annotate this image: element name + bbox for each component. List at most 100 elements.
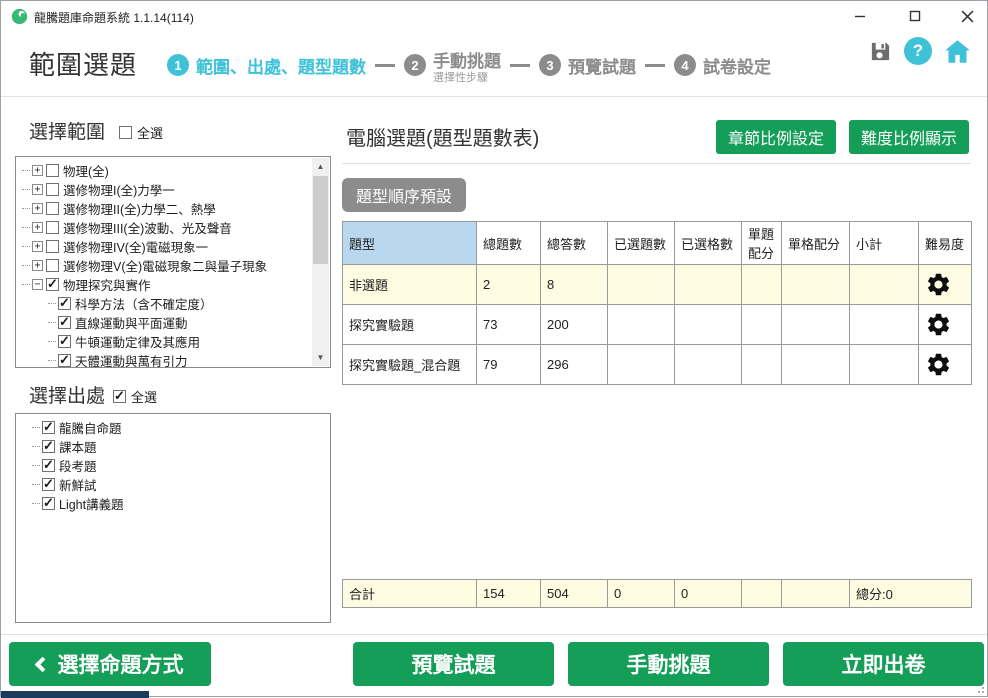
scrollbar[interactable]: ▲ ▼: [312, 158, 329, 366]
step-4[interactable]: 4 試卷設定: [674, 53, 771, 78]
table-row[interactable]: 探究實驗題_混合題 79 296: [343, 345, 972, 385]
question-type-table: 題型 總題數 總答數 已選題數 已選格數 單題配分 單格配分 小計 難易度 非選…: [342, 221, 972, 385]
scope-select-all-checkbox[interactable]: [119, 126, 132, 139]
expand-icon[interactable]: +: [32, 203, 43, 214]
resize-grip-icon[interactable]: [975, 684, 984, 693]
tree-checkbox[interactable]: [46, 221, 59, 234]
manual-pick-button[interactable]: 手動挑題: [568, 642, 769, 686]
tree-checkbox[interactable]: [46, 202, 59, 215]
gear-icon[interactable]: [925, 311, 952, 338]
tree-checkbox[interactable]: [58, 354, 71, 367]
maximize-button[interactable]: [894, 1, 936, 31]
tree-item[interactable]: 直線運動與平面運動: [20, 313, 328, 332]
preview-questions-button[interactable]: 預覽試題: [353, 642, 554, 686]
difficulty-cell[interactable]: [919, 305, 972, 345]
list-item[interactable]: 龍騰自命題: [30, 418, 328, 437]
tree-item-label: 物理探究與實作: [63, 275, 151, 294]
tree-item-label: 選修物理I(全)力學一: [63, 180, 175, 199]
back-button[interactable]: 選擇命題方式: [9, 642, 211, 686]
step-1[interactable]: 1 範圍、出處、題型題數: [167, 53, 366, 78]
expand-icon[interactable]: −: [32, 279, 43, 290]
tree-checkbox[interactable]: [58, 335, 71, 348]
tree-checkbox[interactable]: [58, 316, 71, 329]
expand-icon[interactable]: +: [32, 222, 43, 233]
tree-item[interactable]: 牛頓運動定律及其應用: [20, 332, 328, 351]
tree-checkbox[interactable]: [46, 278, 59, 291]
cell-score-per-question[interactable]: [742, 265, 782, 305]
bottom-divider: [1, 634, 987, 635]
tree-item[interactable]: 天體運動與萬有引力: [20, 351, 328, 368]
tree-item[interactable]: +物理(全): [20, 161, 328, 180]
tree-item[interactable]: +選修物理V(全)電磁現象二與量子現象: [20, 256, 328, 275]
table-row[interactable]: 探究實驗題 73 200: [343, 305, 972, 345]
tree-checkbox[interactable]: [46, 240, 59, 253]
list-item[interactable]: 段考題: [30, 456, 328, 475]
source-item-label: 龍騰自命題: [59, 418, 122, 437]
expand-icon[interactable]: +: [32, 241, 43, 252]
col-header: 小計: [850, 222, 919, 265]
chapter-ratio-button[interactable]: 章節比例設定: [716, 120, 836, 154]
tree-item[interactable]: 科學方法（含不確定度）: [20, 294, 328, 313]
cell-score-per-question[interactable]: [742, 345, 782, 385]
totals-row: 合計 154 504 0 0 總分:0: [343, 580, 972, 608]
tree-checkbox[interactable]: [46, 164, 59, 177]
step-1-label: 範圍、出處、題型題數: [196, 53, 366, 78]
source-select-all-checkbox[interactable]: [113, 390, 126, 403]
difficulty-ratio-button[interactable]: 難度比例顯示: [849, 120, 969, 154]
close-button[interactable]: [946, 1, 988, 31]
gear-icon[interactable]: [925, 271, 952, 298]
tree-item[interactable]: − 物理探究與實作: [20, 275, 328, 294]
step-3[interactable]: 3 預覽試題: [539, 53, 636, 78]
source-checkbox[interactable]: [42, 440, 55, 453]
cell-selected-questions[interactable]: [608, 305, 675, 345]
tree-item[interactable]: +選修物理II(全)力學二、熱學: [20, 199, 328, 218]
list-item[interactable]: 課本題: [30, 437, 328, 456]
list-item[interactable]: Light講義題: [30, 494, 328, 513]
step-2[interactable]: 2 手動挑題 選擇性步驟: [404, 47, 501, 84]
source-select-all[interactable]: 全選: [113, 387, 157, 406]
tree-item[interactable]: +選修物理III(全)波動、光及聲音: [20, 218, 328, 237]
col-header: 單格配分: [782, 222, 850, 265]
cell-selected-blanks[interactable]: [675, 345, 742, 385]
cell-total-answers: 200: [541, 305, 608, 345]
scrollbar-thumb[interactable]: [313, 176, 328, 264]
cell-score-per-blank[interactable]: [782, 265, 850, 305]
scroll-down-icon[interactable]: ▼: [312, 349, 329, 366]
tree-item[interactable]: +選修物理IV(全)電磁現象一: [20, 237, 328, 256]
scope-select-all[interactable]: 全選: [119, 123, 163, 142]
type-order-button[interactable]: 題型順序預設: [342, 178, 466, 212]
list-item[interactable]: 新鮮試: [30, 475, 328, 494]
cell-score-per-blank[interactable]: [782, 345, 850, 385]
tree-checkbox[interactable]: [58, 297, 71, 310]
tree-item[interactable]: + 選修物理I(全)力學一: [20, 180, 328, 199]
table-row[interactable]: 非選題 2 8: [343, 265, 972, 305]
tree-checkbox[interactable]: [46, 259, 59, 272]
gear-icon[interactable]: [925, 351, 952, 378]
expand-icon[interactable]: +: [32, 165, 43, 176]
cell-score-per-question[interactable]: [742, 305, 782, 345]
generate-paper-button[interactable]: 立即出卷: [783, 642, 984, 686]
cell-score-per-blank[interactable]: [782, 305, 850, 345]
cell-selected-blanks[interactable]: [675, 265, 742, 305]
cell-selected-questions[interactable]: [608, 265, 675, 305]
difficulty-cell[interactable]: [919, 345, 972, 385]
cell-selected-questions[interactable]: [608, 345, 675, 385]
step-4-label: 試卷設定: [703, 53, 771, 78]
source-checkbox[interactable]: [42, 478, 55, 491]
home-icon[interactable]: [944, 39, 971, 64]
scroll-up-icon[interactable]: ▲: [312, 158, 329, 175]
source-list: 龍騰自命題 課本題 段考題 新鮮試 Light講義題: [16, 414, 330, 513]
step-1-number: 1: [167, 54, 189, 76]
cell-selected-blanks[interactable]: [675, 305, 742, 345]
expand-icon[interactable]: +: [32, 184, 43, 195]
cell-total-questions: 2: [477, 265, 541, 305]
source-checkbox[interactable]: [42, 497, 55, 510]
source-checkbox[interactable]: [42, 421, 55, 434]
save-icon[interactable]: [869, 40, 892, 63]
difficulty-cell[interactable]: [919, 265, 972, 305]
help-icon[interactable]: ?: [904, 37, 932, 65]
tree-checkbox[interactable]: [46, 183, 59, 196]
source-checkbox[interactable]: [42, 459, 55, 472]
expand-icon[interactable]: +: [32, 260, 43, 271]
minimize-button[interactable]: [839, 1, 881, 31]
